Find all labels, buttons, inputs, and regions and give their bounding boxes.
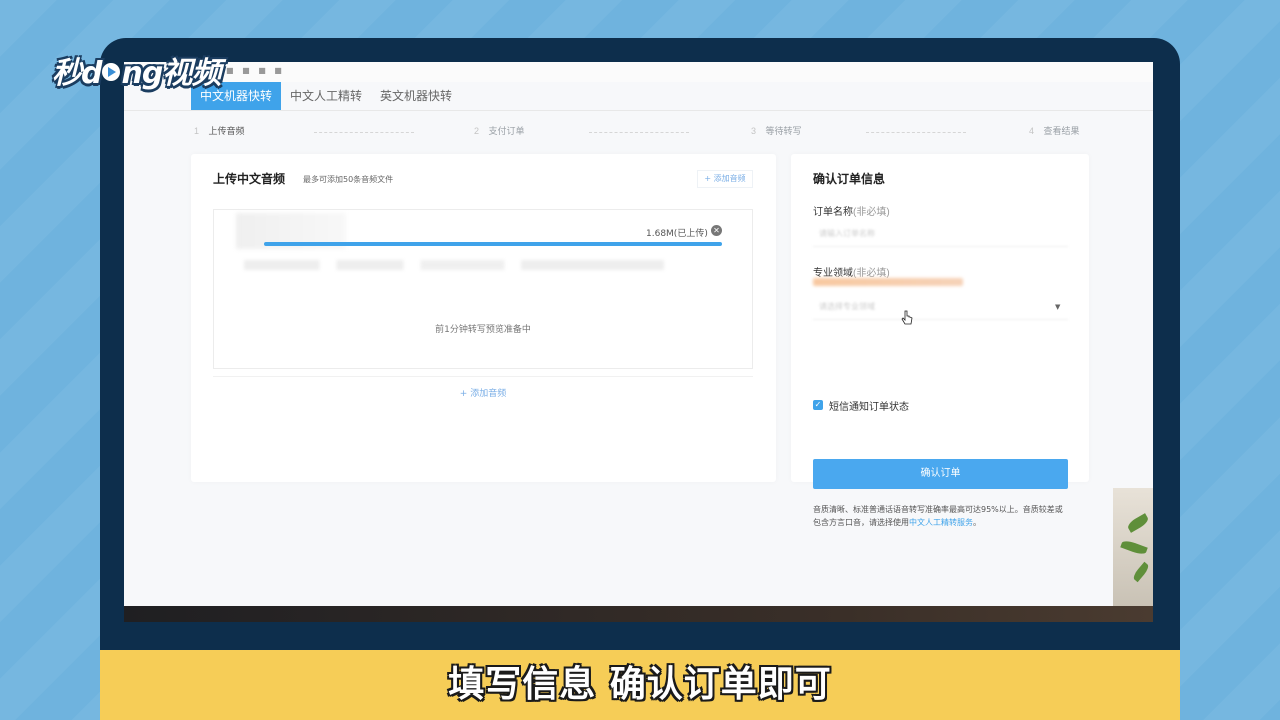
- hand-cursor-icon: [901, 310, 913, 325]
- order-name-input[interactable]: 请输入订单名称: [813, 221, 1068, 247]
- sms-checkbox[interactable]: ✓: [813, 400, 823, 410]
- human-service-link[interactable]: 中文人工精转服务: [909, 518, 973, 527]
- progress-steps: 1 上传音频 2 支付订单 3 等待转写 4 查看结果: [194, 124, 1094, 140]
- domain-warning: [813, 278, 963, 286]
- step-divider: [866, 132, 966, 133]
- plant-photo: [1113, 488, 1153, 606]
- upload-file-box: 1.68M(已上传) ✕ 前1分钟转写预览准备中: [213, 209, 753, 369]
- quality-note: 音质清晰、标准普通话语音转写准确率最高可达95%以上。音质较差或包含方言口音，请…: [813, 505, 1063, 527]
- order-name-label: 订单名称(非必填): [813, 207, 890, 218]
- file-details-row: [244, 260, 664, 270]
- domain-label: 专业领域(非必填): [813, 268, 890, 279]
- upload-title: 上传中文音频: [213, 172, 286, 186]
- step-2: 2 支付订单: [474, 126, 525, 136]
- mode-tabs: 中文机器快转 中文人工精转 英文机器快转: [191, 82, 461, 110]
- step-3: 3 等待转写: [751, 126, 802, 136]
- step-divider: [314, 132, 414, 133]
- add-audio-button-top[interactable]: + 添加音频: [697, 170, 753, 188]
- tab-divider: [124, 110, 1153, 111]
- order-panel: 确认订单信息 订单名称(非必填) 请输入订单名称 专业领域(非必填) 请选择专业…: [791, 154, 1089, 527]
- screen: ■ ■ ■ ■ 中文机器快转 中文人工精转 英文机器快转 1 上传音频 2 支付…: [124, 62, 1153, 622]
- close-icon[interactable]: ✕: [711, 225, 722, 236]
- step-4: 4 查看结果: [1029, 126, 1080, 136]
- sms-label: 短信通知订单状态: [829, 402, 909, 413]
- chevron-down-icon[interactable]: ▼: [1055, 303, 1060, 311]
- file-size: 1.68M(已上传): [646, 229, 708, 239]
- order-title: 确认订单信息: [813, 172, 886, 186]
- play-icon: [102, 63, 121, 81]
- upload-note: 最多可添加50条音频文件: [303, 175, 394, 184]
- confirm-order-button[interactable]: 确认订单: [813, 459, 1068, 489]
- upload-progress-fill: [264, 242, 722, 246]
- add-audio-button-bottom[interactable]: + 添加音频: [213, 376, 753, 410]
- brand-logo: 秒d ng视频: [52, 56, 221, 91]
- tab-english-machine[interactable]: 英文机器快转: [371, 82, 461, 110]
- browser-top-bar: ■ ■ ■ ■: [124, 62, 1153, 82]
- step-divider: [589, 132, 689, 133]
- upload-progress-bar: [264, 242, 722, 246]
- screen-bottom-edge: [124, 606, 1153, 622]
- step-1: 1 上传音频: [194, 126, 245, 136]
- tab-chinese-human[interactable]: 中文人工精转: [281, 82, 371, 110]
- preview-status: 前1分钟转写预览准备中: [435, 325, 531, 335]
- caption-bar: 填写信息 确认订单即可: [100, 650, 1180, 720]
- domain-select[interactable]: 请选择专业领域: [813, 294, 1068, 320]
- caption-text: 填写信息 确认订单即可: [448, 664, 832, 705]
- upload-panel: 上传中文音频 最多可添加50条音频文件 + 添加音频 1.68M(已上传) ✕ …: [191, 154, 776, 482]
